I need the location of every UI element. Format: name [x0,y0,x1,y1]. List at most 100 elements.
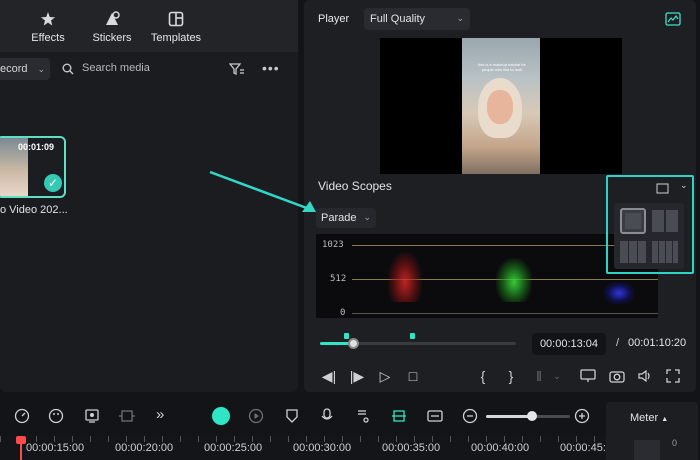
ai-portrait-icon[interactable] [84,408,100,424]
meter-toggle[interactable]: Meter ▲ [630,412,668,424]
timeline-toolbar: » [0,398,700,434]
tab-templates[interactable]: Templates [146,10,206,44]
layout-option-4[interactable] [652,241,678,263]
record-label: ecord [0,63,28,75]
scale-label-mid: 512 [330,274,347,284]
tab-effects[interactable]: Effects [18,10,78,44]
layout-option-4-pane [666,241,672,263]
ruler-label: 00:00:15:00 [26,442,85,454]
mark-out-icon[interactable]: } [502,367,520,385]
stop-icon[interactable]: □ [404,367,422,385]
play-icon[interactable]: ▷ [376,367,394,385]
total-time: 00:01:10:20 [628,337,687,349]
ruler-label: 00:00:30:00 [293,442,352,454]
zoom-slider-fill [486,415,533,418]
tab-partial[interactable]: ns [0,10,20,44]
tab-effects-label: Effects [31,32,65,44]
quality-label: Full Quality [370,13,426,25]
layout-selector-highlight: ⌄ [606,175,694,274]
ruler-label: 00:00:35:00 [382,442,441,454]
search-icon [62,63,74,75]
media-duration: 00:01:09 [18,142,55,152]
timeline-playhead[interactable] [16,436,26,460]
video-frame: this is a makeup tutorial for people who… [462,38,540,174]
search-input[interactable]: Search media [82,62,212,78]
quality-dropdown[interactable]: Full Quality ⌄ [364,8,470,30]
layout-option-2-pane [666,210,678,232]
layout-option-2[interactable] [652,210,678,232]
display-icon[interactable] [580,369,596,383]
camera-icon[interactable] [609,369,625,383]
current-time[interactable]: 00:00:13:04 [532,333,606,355]
filter-icon[interactable] [229,62,245,76]
record-dropdown[interactable]: ecord ⌄ [0,58,50,80]
playhead-head [16,436,26,444]
volume-icon[interactable] [637,369,653,383]
annotation-arrow [209,170,316,212]
meter-scale-label: 0 [672,438,678,448]
layout-option-2-pane [652,210,664,232]
templates-icon [168,11,184,27]
next-frame-icon[interactable]: |▶ [348,367,366,385]
render-preview-icon[interactable] [248,408,264,424]
scale-label-bottom: 0 [340,308,346,318]
layout-option-3-pane [638,241,646,263]
zoom-slider[interactable] [486,411,570,421]
ai-cut-icon[interactable] [391,407,407,425]
fit-timeline-icon[interactable] [427,408,443,424]
crop-icon[interactable] [118,408,136,424]
speed-icon[interactable] [14,408,30,424]
chevron-down-icon: ⌄ [363,212,371,222]
mark-in-icon[interactable]: { [474,367,492,385]
zoom-out-icon[interactable] [462,408,478,424]
meter-bar [634,440,660,460]
chevron-down-icon: ⌄ [456,13,464,23]
blue-channel-trace [604,282,634,304]
layout-menu [614,203,684,269]
out-point-marker[interactable] [410,333,415,339]
zoom-slider-knob[interactable] [527,411,538,421]
chevron-down-icon[interactable]: ⌄ [680,180,688,191]
layout-option-4-pane [652,241,658,263]
music-icon[interactable] [356,408,370,424]
fullscreen-icon[interactable] [666,369,680,383]
tab-stickers-label: Stickers [92,32,132,44]
chevron-down-icon[interactable]: ⌄ [548,367,566,385]
layout-option-3[interactable] [620,241,646,263]
ruler-label: 00:00:25:00 [204,442,263,454]
scale-line-bottom [352,313,658,314]
time-separator: / [616,337,620,349]
layout-option-3-pane [620,241,628,263]
previous-frame-icon[interactable]: ◀| [320,367,338,385]
playback-track[interactable] [320,333,516,349]
subject-face [487,90,513,124]
layout-option-1[interactable] [620,208,646,234]
zoom-in-icon[interactable] [574,408,590,424]
scale-label-top: 1023 [322,240,344,250]
video-preview: this is a makeup tutorial for people who… [380,38,622,174]
scope-toggle-icon[interactable] [665,12,681,26]
effects-icon [41,12,55,26]
media-name: o Video 202... [0,204,68,216]
meter-label: Meter [630,412,659,424]
library-tab-bar: ns Effects Stickers Templates [0,0,298,52]
ai-assistant-icon[interactable] [212,407,230,425]
checkmark-icon: ✓ [44,174,62,192]
ruler-label: 00:00:40:00 [471,442,530,454]
microphone-icon[interactable] [320,408,334,424]
player-title: Player [318,13,350,25]
ruler-label: 00:00:45: [560,442,606,454]
shield-icon[interactable] [285,408,299,424]
green-channel-trace [496,258,532,302]
media-thumbnail[interactable]: 00:01:09 ✓ [0,136,66,198]
in-point-marker[interactable] [344,333,349,339]
single-layout-icon[interactable] [656,183,669,194]
color-palette-icon[interactable] [48,408,64,424]
layout-option-4-pane [673,241,678,263]
playhead-knob[interactable] [348,338,360,349]
more-options-icon[interactable]: ••• [262,60,280,76]
clip-marker-icon[interactable]: ‖ [530,367,548,385]
more-tools-icon[interactable]: » [156,406,164,423]
tab-templates-label: Templates [150,32,202,44]
tab-stickers[interactable]: Stickers [82,10,142,44]
